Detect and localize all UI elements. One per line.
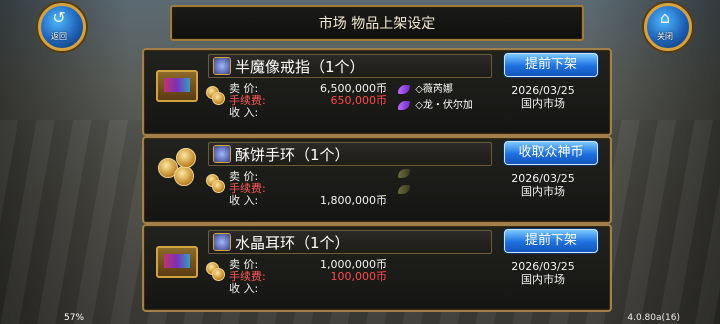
item-icon-chest — [150, 56, 198, 102]
buyer-item — [398, 184, 412, 200]
close-label: 关闭 — [657, 32, 673, 41]
coins-icon — [206, 262, 225, 281]
item-name-bar: 水晶耳环（1个） — [208, 230, 492, 254]
listing-date: 2026/03/25 — [511, 260, 575, 273]
buyer-item: ◇薇芮娜 — [398, 80, 473, 96]
income-label: 收 入: — [229, 282, 259, 295]
listing-market: 国内市场 — [521, 273, 565, 286]
income-row: 收 入: 1,800,000币 — [229, 192, 387, 208]
gold-coins-icon — [156, 146, 196, 186]
buyer-list — [398, 168, 412, 200]
delist-early-button[interactable]: 提前下架 — [504, 229, 598, 253]
home-icon: ⌂ — [659, 8, 671, 27]
listing-market: 国内市场 — [521, 97, 565, 110]
buyer-name: ◇薇芮娜 — [415, 84, 453, 95]
coins-icon — [206, 174, 225, 193]
buyer-list: ◇薇芮娜 ◇龙・伏尔加 — [398, 80, 473, 112]
coins-icon — [206, 86, 225, 105]
buyer-item — [398, 168, 412, 184]
back-arrow-icon: ↺ — [52, 8, 66, 27]
bracelet-icon — [213, 145, 231, 163]
income-label: 收 入: — [229, 106, 259, 119]
network-status: 57% — [64, 313, 85, 323]
buyer-name: ◇龙・伏尔加 — [415, 100, 473, 111]
item-name: 酥饼手环（1个） — [235, 146, 350, 164]
leaf-icon — [398, 168, 410, 178]
item-name-bar: 酥饼手环（1个） — [208, 142, 492, 166]
leaf-icon — [398, 184, 410, 194]
income-row: 收 入: — [229, 104, 258, 120]
item-icon-coins — [150, 144, 196, 190]
income-value: 1,800,000币 — [320, 194, 387, 207]
leaf-icon — [398, 84, 410, 94]
page-title: 市场 物品上架设定 — [318, 16, 436, 32]
fee-value: 100,000币 — [330, 270, 388, 283]
ring-icon — [213, 57, 231, 75]
listing-date: 2026/03/25 — [511, 84, 575, 97]
listing-meta: 2026/03/25 国内市场 — [488, 84, 598, 110]
item-name: 水晶耳环（1个） — [235, 234, 350, 252]
listing-card-3: 水晶耳环（1个） 提前下架 卖 价: 1,000,000币 手续费: 100,0… — [142, 224, 612, 312]
listing-card-1: 半魔像戒指（1个） 提前下架 卖 价: 6,500,000币 手续费: 650,… — [142, 48, 612, 136]
buyer-item: ◇龙・伏尔加 — [398, 96, 473, 112]
earring-icon — [213, 233, 231, 251]
collect-coins-button[interactable]: 收取众神币 — [504, 141, 598, 165]
close-button[interactable]: ⌂ 关闭 — [636, 0, 694, 51]
listing-meta: 2026/03/25 国内市场 — [488, 172, 598, 198]
item-icon-chest — [150, 232, 198, 278]
listing-date: 2026/03/25 — [511, 172, 575, 185]
footer-bar: 57% 4.0.80a(16) — [0, 310, 720, 324]
item-name-bar: 半魔像戒指（1个） — [208, 54, 492, 78]
listing-card-2: 酥饼手环（1个） 收取众神币 卖 价: 手续费: 收 入: 1,800,000币… — [142, 136, 612, 224]
delist-early-button[interactable]: 提前下架 — [504, 53, 598, 77]
chest-icon — [156, 70, 198, 102]
top-title-bar: 市场 物品上架设定 — [170, 5, 584, 41]
back-button[interactable]: ↺ 返回 — [30, 0, 88, 51]
chest-icon — [156, 246, 198, 278]
leaf-icon — [398, 100, 410, 110]
income-label: 收 入: — [229, 194, 259, 207]
fee-value: 650,000币 — [330, 94, 388, 107]
item-name: 半魔像戒指（1个） — [235, 58, 365, 76]
listing-meta: 2026/03/25 国内市场 — [488, 260, 598, 286]
income-row: 收 入: — [229, 280, 258, 296]
back-label: 返回 — [51, 32, 67, 41]
listing-market: 国内市场 — [521, 185, 565, 198]
version-label: 4.0.80a(16) — [627, 313, 680, 323]
